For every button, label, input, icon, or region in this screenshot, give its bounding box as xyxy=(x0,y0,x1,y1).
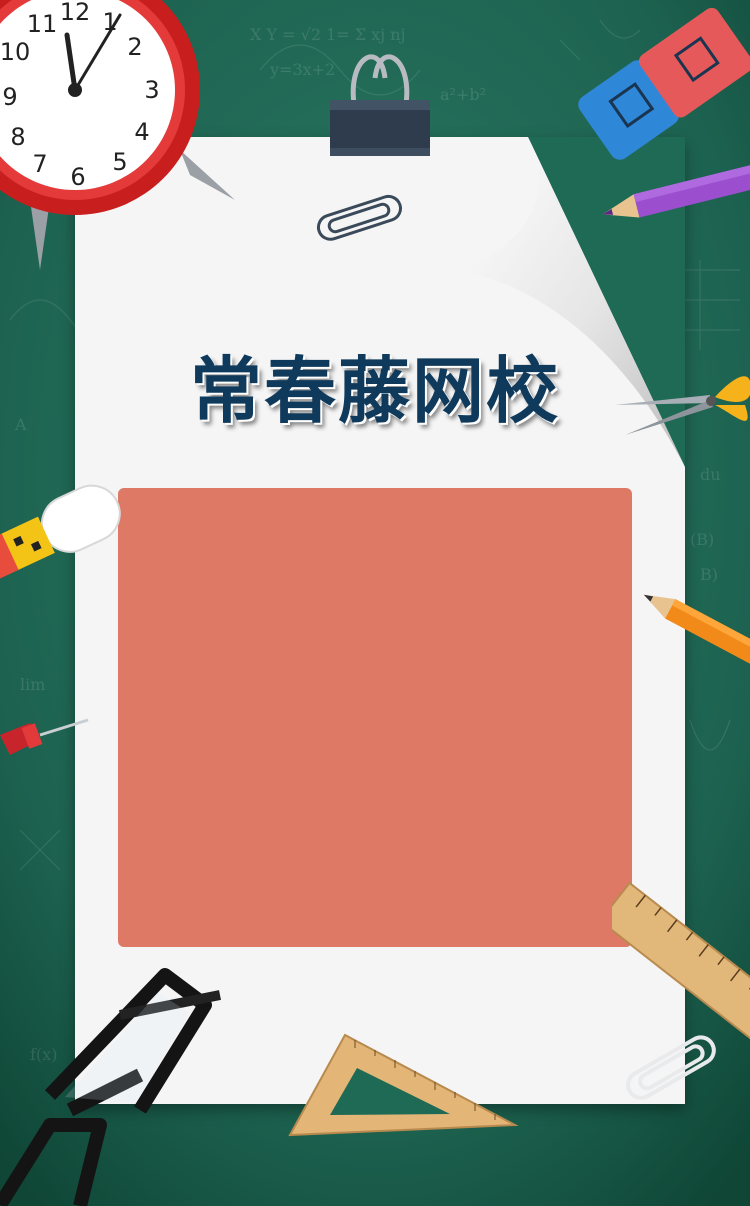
pencil-icon xyxy=(643,594,750,671)
clock-numeral: 6 xyxy=(70,163,85,191)
clock-numeral: 11 xyxy=(27,10,58,38)
paper-clip-icon xyxy=(316,194,402,241)
clock-numeral: 10 xyxy=(0,38,30,66)
content-panel xyxy=(118,488,632,947)
clock-numeral: 9 xyxy=(2,83,17,111)
usb-drive-icon xyxy=(0,484,121,580)
clock-numeral: 8 xyxy=(10,123,25,151)
clock-numeral: 12 xyxy=(60,0,91,26)
paper-clip-icon xyxy=(626,1035,716,1100)
ruler-icon xyxy=(612,881,750,1046)
eyeglasses-icon xyxy=(0,968,221,1206)
clock-numeral: 4 xyxy=(134,118,149,146)
svg-text:lim: lim xyxy=(20,675,45,694)
svg-text:a²+b²: a²+b² xyxy=(440,85,486,104)
binder-clip-icon xyxy=(330,54,430,156)
clock-numeral: 3 xyxy=(144,76,159,104)
clock-numeral: 5 xyxy=(112,148,127,176)
set-square-icon xyxy=(288,1033,519,1137)
svg-text:du: du xyxy=(700,465,721,484)
clock-numeral: 7 xyxy=(32,150,47,178)
svg-text:(B): (B) xyxy=(690,530,714,549)
scissors-icon xyxy=(615,376,750,435)
clock-numeral: 2 xyxy=(127,33,142,61)
eraser-icon xyxy=(578,7,750,160)
title-text: 常春藤网校 xyxy=(189,349,560,433)
alarm-clock-icon: 12 1 2 3 4 5 6 7 8 9 10 11 xyxy=(0,0,235,270)
push-pin-icon xyxy=(0,718,89,755)
pencil-icon xyxy=(602,165,750,218)
